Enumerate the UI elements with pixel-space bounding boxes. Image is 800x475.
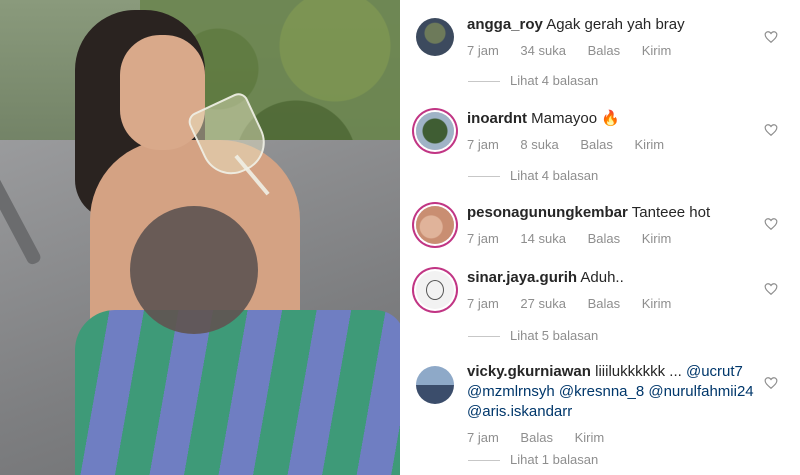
reply-button[interactable]: Balas — [588, 43, 621, 58]
heart-icon[interactable] — [764, 123, 778, 137]
mention-link[interactable]: @mzmlrnsyh — [467, 383, 555, 400]
reply-button[interactable]: Balas — [520, 430, 553, 445]
send-button[interactable]: Kirim — [642, 296, 672, 311]
send-button[interactable]: Kirim — [642, 231, 672, 246]
avatar[interactable] — [416, 18, 454, 56]
comment-username[interactable]: pesonagunungkembar — [467, 204, 628, 221]
view-replies-label: Lihat 5 balasan — [510, 328, 599, 343]
comment-time[interactable]: 7 jam — [467, 296, 499, 311]
replies-divider — [468, 460, 500, 462]
reply-button[interactable]: Balas — [588, 231, 621, 246]
comment-time[interactable]: 7 jam — [467, 430, 499, 445]
comment-username[interactable]: inoardnt — [467, 110, 527, 127]
heart-icon[interactable] — [764, 282, 778, 296]
post-photo — [0, 0, 400, 475]
comment-likes[interactable]: 8 suka — [520, 137, 558, 152]
comment-time[interactable]: 7 jam — [467, 43, 499, 58]
comments-panel: angga_roy Agak gerah yah bray 7 jam 34 s… — [400, 0, 800, 475]
send-button[interactable]: Kirim — [642, 43, 672, 58]
view-replies-label: Lihat 4 balasan — [510, 73, 599, 88]
send-button[interactable]: Kirim — [635, 137, 665, 152]
comment-likes[interactable]: 34 suka — [520, 43, 566, 58]
mention-link[interactable]: @aris.iskandarr — [467, 403, 572, 420]
send-button[interactable]: Kirim — [575, 430, 605, 445]
comment-text: Tanteee hot — [631, 204, 711, 221]
view-replies-label: Lihat 4 balasan — [510, 168, 599, 183]
replies-divider — [468, 336, 500, 338]
view-replies-label: Lihat 1 balasan — [510, 452, 599, 467]
mention-link[interactable]: @kresnna_8 — [559, 383, 644, 400]
comment-likes[interactable]: 27 suka — [520, 296, 566, 311]
comment-time[interactable]: 7 jam — [467, 137, 499, 152]
view-replies-button[interactable]: Lihat 4 balasan — [468, 73, 598, 88]
comment-likes[interactable]: 14 suka — [520, 231, 566, 246]
comment-username[interactable]: sinar.jaya.gurih — [467, 269, 577, 286]
replies-divider — [468, 176, 500, 178]
reply-button[interactable]: Balas — [580, 137, 613, 152]
comment-text: Agak gerah yah bray — [546, 16, 685, 33]
heart-icon[interactable] — [764, 217, 778, 231]
view-replies-button[interactable]: Lihat 5 balasan — [468, 328, 598, 343]
comment-time[interactable]: 7 jam — [467, 231, 499, 246]
avatar[interactable] — [416, 366, 454, 404]
avatar[interactable] — [416, 112, 454, 150]
replies-divider — [468, 81, 500, 83]
view-replies-button[interactable]: Lihat 1 balasan — [468, 452, 598, 467]
avatar[interactable] — [416, 206, 454, 244]
smiley-doodle-icon — [426, 280, 444, 300]
view-replies-button[interactable]: Lihat 4 balasan — [468, 168, 598, 183]
mention-link[interactable]: @nurulfahmii24 — [648, 383, 753, 400]
comment-text: liiilukkkkkk ... — [595, 363, 682, 380]
comment-username[interactable]: angga_roy — [467, 16, 543, 33]
comment-username[interactable]: vicky.gkurniawan — [467, 363, 591, 380]
comment-text: Aduh.. — [580, 269, 624, 286]
photo-censor-blur — [130, 206, 258, 334]
heart-icon[interactable] — [764, 30, 778, 44]
photo-striped-towel — [75, 310, 400, 475]
heart-icon[interactable] — [764, 376, 778, 390]
mention-link[interactable]: @ucrut7 — [686, 363, 743, 380]
comment-text: Mamayoo 🔥 — [531, 110, 620, 127]
avatar[interactable] — [416, 271, 454, 309]
reply-button[interactable]: Balas — [588, 296, 621, 311]
